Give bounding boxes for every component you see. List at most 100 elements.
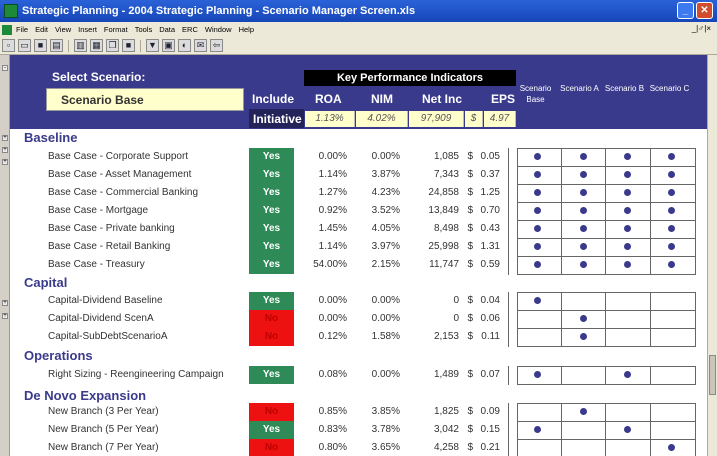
scenario-cell[interactable] bbox=[561, 366, 606, 385]
outline-toggle-icon[interactable]: + bbox=[2, 159, 8, 165]
vertical-scrollbar[interactable] bbox=[707, 55, 717, 456]
scenario-selected-dot bbox=[580, 225, 587, 232]
zoom-icon[interactable]: ◐ bbox=[178, 39, 191, 52]
scenario-cell[interactable] bbox=[605, 439, 651, 456]
scenario-selected-dot bbox=[534, 297, 541, 304]
outline-toggle-icon[interactable]: + bbox=[2, 300, 8, 306]
envelope-icon[interactable]: ✉ bbox=[194, 39, 207, 52]
scenario-selector[interactable]: Scenario Base bbox=[46, 88, 244, 111]
include-toggle[interactable]: Yes bbox=[249, 421, 294, 439]
include-toggle[interactable]: No bbox=[249, 403, 294, 421]
include-toggle[interactable]: Yes bbox=[249, 292, 294, 310]
scenario-cell[interactable] bbox=[650, 366, 696, 385]
scenario-cell[interactable] bbox=[650, 310, 696, 329]
scenario-selected-dot bbox=[534, 207, 541, 214]
scenario-selected-dot bbox=[534, 171, 541, 178]
include-toggle[interactable]: Yes bbox=[249, 202, 294, 220]
kpi-divider bbox=[508, 366, 509, 385]
scenario-cell[interactable] bbox=[605, 328, 651, 347]
menu-file[interactable]: File bbox=[16, 25, 28, 34]
initiative-label: Base Case - Asset Management bbox=[48, 169, 192, 180]
include-toggle[interactable]: Yes bbox=[249, 256, 294, 274]
scenario-cell[interactable] bbox=[517, 439, 562, 456]
currency-sign: $ bbox=[467, 223, 473, 234]
scenario-cell[interactable] bbox=[605, 403, 651, 422]
menu-insert[interactable]: Insert bbox=[78, 25, 97, 34]
scenario-cell[interactable] bbox=[650, 403, 696, 422]
include-toggle[interactable]: Yes bbox=[249, 220, 294, 238]
grid-icon[interactable]: ▣ bbox=[162, 39, 175, 52]
scenario-selected-dot bbox=[534, 371, 541, 378]
open-icon[interactable]: ▭ bbox=[18, 39, 31, 52]
menu-window[interactable]: Window bbox=[205, 25, 232, 34]
menu-data[interactable]: Data bbox=[159, 25, 175, 34]
kpi-divider bbox=[508, 310, 509, 329]
outline-toggle-icon[interactable]: + bbox=[2, 135, 8, 141]
scroll-thumb[interactable] bbox=[709, 355, 716, 395]
menu-view[interactable]: View bbox=[55, 25, 71, 34]
scenario-selected-dot bbox=[534, 426, 541, 433]
scenario-selected-dot bbox=[668, 189, 675, 196]
save-icon[interactable]: ■ bbox=[34, 39, 47, 52]
scenario-cell[interactable] bbox=[517, 310, 562, 329]
include-toggle[interactable]: Yes bbox=[249, 238, 294, 256]
roa-value: 0.85% bbox=[318, 406, 347, 417]
chart-icon[interactable]: ▥ bbox=[74, 39, 87, 52]
netinc-value: 1,085 bbox=[433, 151, 459, 162]
scenario-cell[interactable] bbox=[650, 421, 696, 440]
include-toggle[interactable]: Yes bbox=[249, 166, 294, 184]
workbook-window-controls[interactable]: _|♂|× bbox=[692, 24, 711, 33]
scenario-selected-dot bbox=[668, 153, 675, 160]
section-de-novo: De Novo Expansion bbox=[24, 388, 147, 403]
netinc-value: 0 bbox=[453, 313, 459, 324]
table-icon[interactable]: ▦ bbox=[90, 39, 103, 52]
close-button[interactable]: ✕ bbox=[696, 2, 713, 19]
outline-toggle-icon[interactable]: + bbox=[2, 313, 8, 319]
scenario-cell[interactable] bbox=[561, 421, 606, 440]
include-toggle[interactable]: Yes bbox=[249, 366, 294, 384]
workbook-icon[interactable] bbox=[2, 24, 12, 35]
scenario-cell[interactable] bbox=[517, 403, 562, 422]
menu-edit[interactable]: Edit bbox=[35, 25, 48, 34]
eps-value: 0.70 bbox=[480, 205, 500, 216]
copy-icon[interactable]: ❐ bbox=[106, 39, 119, 52]
scenario-a-header: Scenario A bbox=[560, 84, 599, 93]
print-icon[interactable]: ▤ bbox=[50, 39, 63, 52]
include-toggle[interactable]: Yes bbox=[249, 184, 294, 202]
scenario-cell[interactable] bbox=[650, 328, 696, 347]
scenario-selected-dot bbox=[580, 189, 587, 196]
include-toggle[interactable]: Yes bbox=[249, 148, 294, 166]
netinc-value: 0 bbox=[453, 295, 459, 306]
scenario-selected-dot bbox=[580, 333, 587, 340]
scenario-selected-dot bbox=[624, 189, 631, 196]
scenario-cell[interactable] bbox=[650, 292, 696, 311]
scenario-cell[interactable] bbox=[605, 310, 651, 329]
restore-button[interactable]: _ bbox=[677, 2, 694, 19]
scenario-cell[interactable] bbox=[561, 292, 606, 311]
new-icon[interactable]: ▫ bbox=[2, 39, 15, 52]
menu-erc[interactable]: ERC bbox=[182, 25, 198, 34]
nim-value: 3.65% bbox=[371, 442, 400, 453]
scenario-cell[interactable] bbox=[561, 439, 606, 456]
excel-app-icon bbox=[4, 4, 18, 18]
menu-format[interactable]: Format bbox=[104, 25, 128, 34]
scenario-selected-dot bbox=[534, 153, 541, 160]
scenario-cell[interactable] bbox=[517, 328, 562, 347]
include-toggle[interactable]: No bbox=[249, 328, 294, 346]
include-toggle[interactable]: No bbox=[249, 439, 294, 456]
roa-value: 0.00% bbox=[318, 313, 347, 324]
filter-icon[interactable]: ▼ bbox=[146, 39, 159, 52]
kpi-currency: $ bbox=[465, 111, 483, 127]
include-toggle[interactable]: No bbox=[249, 310, 294, 328]
scenario-selected-dot bbox=[624, 207, 631, 214]
format-icon[interactable]: ■ bbox=[122, 39, 135, 52]
menu-tools[interactable]: Tools bbox=[135, 25, 153, 34]
roa-value: 0.92% bbox=[318, 205, 347, 216]
menu-help[interactable]: Help bbox=[239, 25, 254, 34]
outline-toggle-icon[interactable]: - bbox=[2, 65, 8, 71]
scenario-cell[interactable] bbox=[605, 292, 651, 311]
back-icon[interactable]: ⇦ bbox=[210, 39, 223, 52]
scenario-selected-dot bbox=[668, 207, 675, 214]
outline-toggle-icon[interactable]: + bbox=[2, 147, 8, 153]
roa-value: 1.14% bbox=[318, 241, 347, 252]
